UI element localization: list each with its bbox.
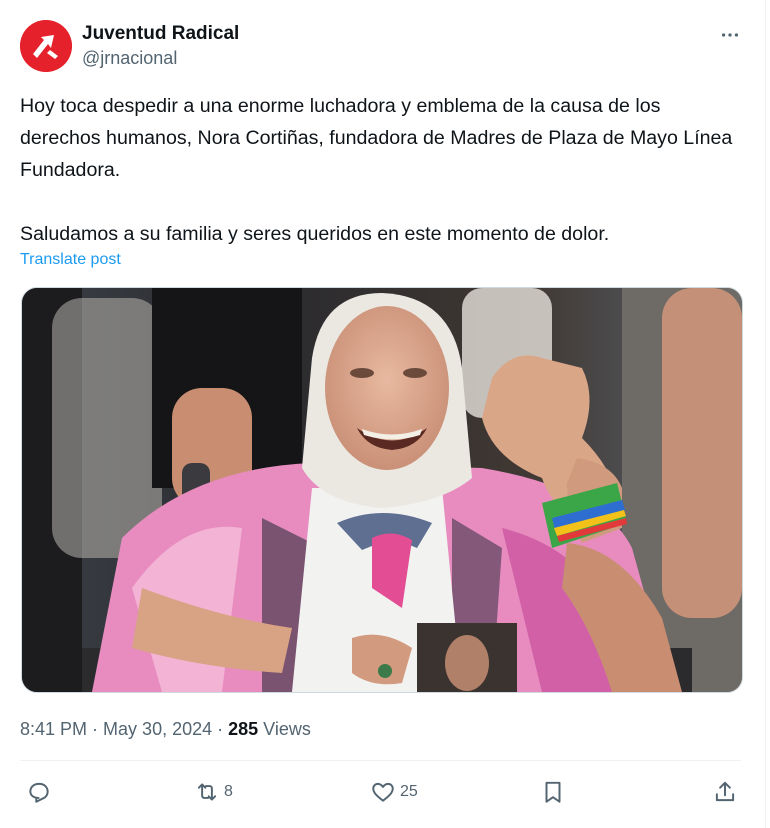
tweet-time[interactable]: 8:41 PM — [20, 719, 87, 739]
tweet-date[interactable]: May 30, 2024 — [103, 719, 212, 739]
meta-separator: · — [87, 719, 104, 739]
avatar[interactable] — [20, 20, 72, 72]
tweet-card: Juventud Radical @jrnacional Hoy toca de… — [0, 0, 766, 828]
display-name[interactable]: Juventud Radical — [82, 22, 239, 46]
tweet-text: Hoy toca despedir a una enorme luchadora… — [20, 95, 733, 245]
like-button[interactable]: 25 — [370, 772, 418, 812]
reply-button[interactable] — [26, 772, 52, 812]
heart-icon — [372, 782, 394, 802]
more-options-button[interactable] — [715, 22, 745, 48]
translate-post-link[interactable]: Translate post — [20, 249, 121, 271]
divider — [20, 760, 741, 761]
share-button[interactable] — [712, 772, 738, 812]
views-label: Views — [258, 719, 311, 739]
reply-icon — [29, 782, 49, 803]
retweet-button[interactable]: 8 — [194, 772, 233, 812]
retweet-count: 8 — [224, 783, 233, 800]
action-bar: 8 25 — [20, 772, 742, 812]
tweet-meta: 8:41 PM · May 30, 2024 · 285 Views — [20, 716, 311, 742]
photo-image — [22, 288, 742, 692]
tweet-photo[interactable] — [21, 287, 743, 693]
bookmark-icon — [545, 781, 561, 803]
handle[interactable]: @jrnacional — [82, 46, 239, 70]
bookmark-button[interactable] — [540, 772, 566, 812]
avatar-logo-icon — [20, 20, 72, 72]
views-count: 285 — [228, 719, 259, 739]
like-count: 25 — [400, 783, 418, 800]
share-icon — [715, 781, 735, 802]
tweet-header: Juventud Radical @jrnacional — [20, 20, 745, 74]
more-icon — [721, 33, 739, 37]
retweet-icon — [197, 783, 217, 801]
meta-separator: · — [212, 719, 229, 739]
author-info: Juventud Radical @jrnacional — [82, 22, 239, 70]
